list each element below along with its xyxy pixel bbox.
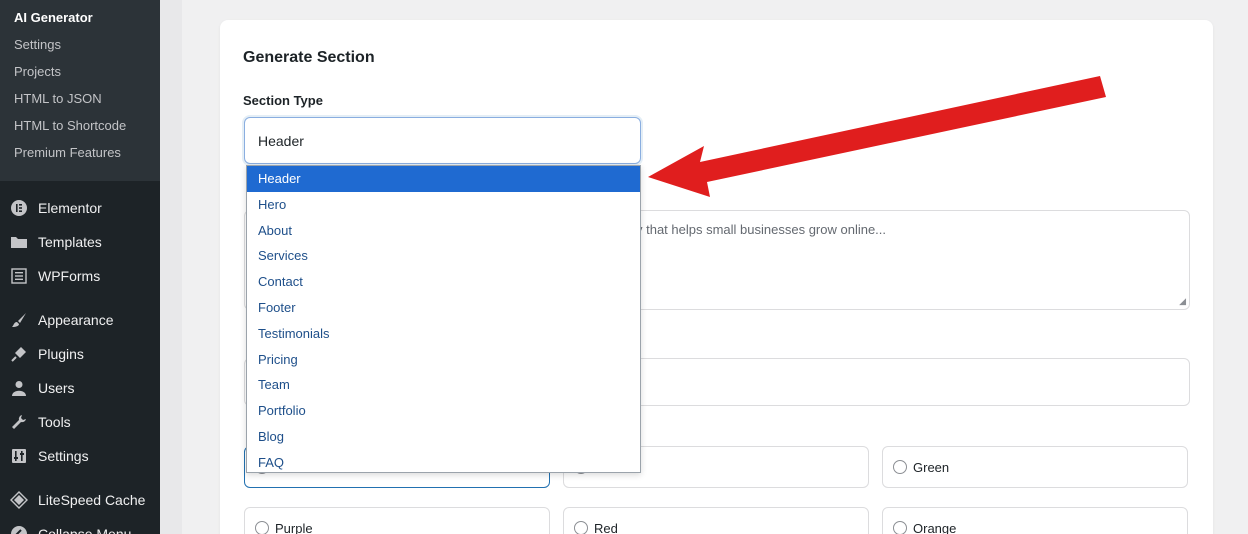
dropdown-option-blog[interactable]: Blog xyxy=(247,424,640,450)
collapse-icon xyxy=(10,525,28,534)
dropdown-option-contact[interactable]: Contact xyxy=(247,269,640,295)
color-option-purple[interactable]: Purple xyxy=(244,507,550,534)
diamond-icon xyxy=(10,491,28,509)
submenu-item-html-to-json[interactable]: HTML to JSON xyxy=(0,85,160,112)
card-title: Generate Section xyxy=(243,49,375,66)
submenu-item-html-to-shortcode[interactable]: HTML to Shortcode xyxy=(0,112,160,139)
menu-item-users[interactable]: Users xyxy=(0,371,160,405)
menu-item-label: Elementor xyxy=(38,200,102,216)
plugin-submenu: AI Generator Settings Projects HTML to J… xyxy=(0,0,160,181)
radio-icon xyxy=(893,460,907,474)
dropdown-option-faq[interactable]: FAQ xyxy=(247,450,640,472)
dropdown-option-pricing[interactable]: Pricing xyxy=(247,347,640,373)
submenu-item-projects[interactable]: Projects xyxy=(0,58,160,85)
brush-icon xyxy=(10,311,28,329)
radio-icon xyxy=(255,521,269,534)
menu-item-templates[interactable]: Templates xyxy=(0,225,160,259)
dropdown-option-footer[interactable]: Footer xyxy=(247,295,640,321)
color-option-label: Purple xyxy=(275,520,313,534)
color-option-label: Red xyxy=(594,520,618,534)
radio-icon xyxy=(893,521,907,534)
menu-item-label: WPForms xyxy=(38,268,101,284)
menu-item-label: Appearance xyxy=(38,312,114,328)
resize-grip-icon[interactable]: ◢ xyxy=(1179,296,1186,307)
menu-item-label: Users xyxy=(38,380,75,396)
menu-item-appearance[interactable]: Appearance xyxy=(0,303,160,337)
dropdown-option-services[interactable]: Services xyxy=(247,243,640,269)
dropdown-option-team[interactable]: Team xyxy=(247,372,640,398)
elementor-icon xyxy=(10,199,28,217)
admin-sidebar: AI Generator Settings Projects HTML to J… xyxy=(0,0,160,534)
dropdown-option-portfolio[interactable]: Portfolio xyxy=(247,398,640,424)
user-icon xyxy=(10,379,28,397)
section-type-select[interactable]: Header xyxy=(244,117,641,164)
dropdown-option-about[interactable]: About xyxy=(247,218,640,244)
menu-item-elementor[interactable]: Elementor xyxy=(0,191,160,225)
menu-item-label: Tools xyxy=(38,414,71,430)
dropdown-option-hero[interactable]: Hero xyxy=(247,192,640,218)
section-type-dropdown[interactable]: Header Hero About Services Contact Foote… xyxy=(246,165,641,473)
submenu-item-premium-features[interactable]: Premium Features xyxy=(0,139,160,166)
color-option-red[interactable]: Red xyxy=(563,507,869,534)
color-option-orange[interactable]: Orange xyxy=(882,507,1188,534)
menu-item-label: Settings xyxy=(38,448,89,464)
menu-item-label: Templates xyxy=(38,234,102,250)
forms-icon xyxy=(10,267,28,285)
menu-item-wpforms[interactable]: WPForms xyxy=(0,259,160,293)
content-gutter xyxy=(160,0,182,534)
menu-item-litespeed-cache[interactable]: LiteSpeed Cache xyxy=(0,483,160,517)
menu-item-label: LiteSpeed Cache xyxy=(38,492,146,508)
description-placeholder: y that helps small businesses grow onlin… xyxy=(636,222,887,237)
wrench-icon xyxy=(10,413,28,431)
section-type-label: Section Type xyxy=(243,93,323,108)
menu-item-label: Collapse Menu xyxy=(38,526,132,534)
radio-icon xyxy=(574,521,588,534)
menu-item-label: Plugins xyxy=(38,346,84,362)
dropdown-option-testimonials[interactable]: Testimonials xyxy=(247,321,640,347)
dropdown-option-header[interactable]: Header xyxy=(247,166,640,192)
settings-icon xyxy=(10,447,28,465)
color-option-green[interactable]: Green xyxy=(882,446,1188,488)
section-type-value: Header xyxy=(258,133,304,149)
menu-item-settings[interactable]: Settings xyxy=(0,439,160,473)
menu-item-collapse[interactable]: Collapse Menu xyxy=(0,517,160,534)
menu-item-plugins[interactable]: Plugins xyxy=(0,337,160,371)
plug-icon xyxy=(10,345,28,363)
color-option-label: Green xyxy=(913,459,950,475)
submenu-item-settings[interactable]: Settings xyxy=(0,31,160,58)
submenu-item-ai-generator[interactable]: AI Generator xyxy=(0,4,160,31)
menu-item-tools[interactable]: Tools xyxy=(0,405,160,439)
folder-icon xyxy=(10,233,28,251)
color-option-label: Orange xyxy=(913,520,957,534)
